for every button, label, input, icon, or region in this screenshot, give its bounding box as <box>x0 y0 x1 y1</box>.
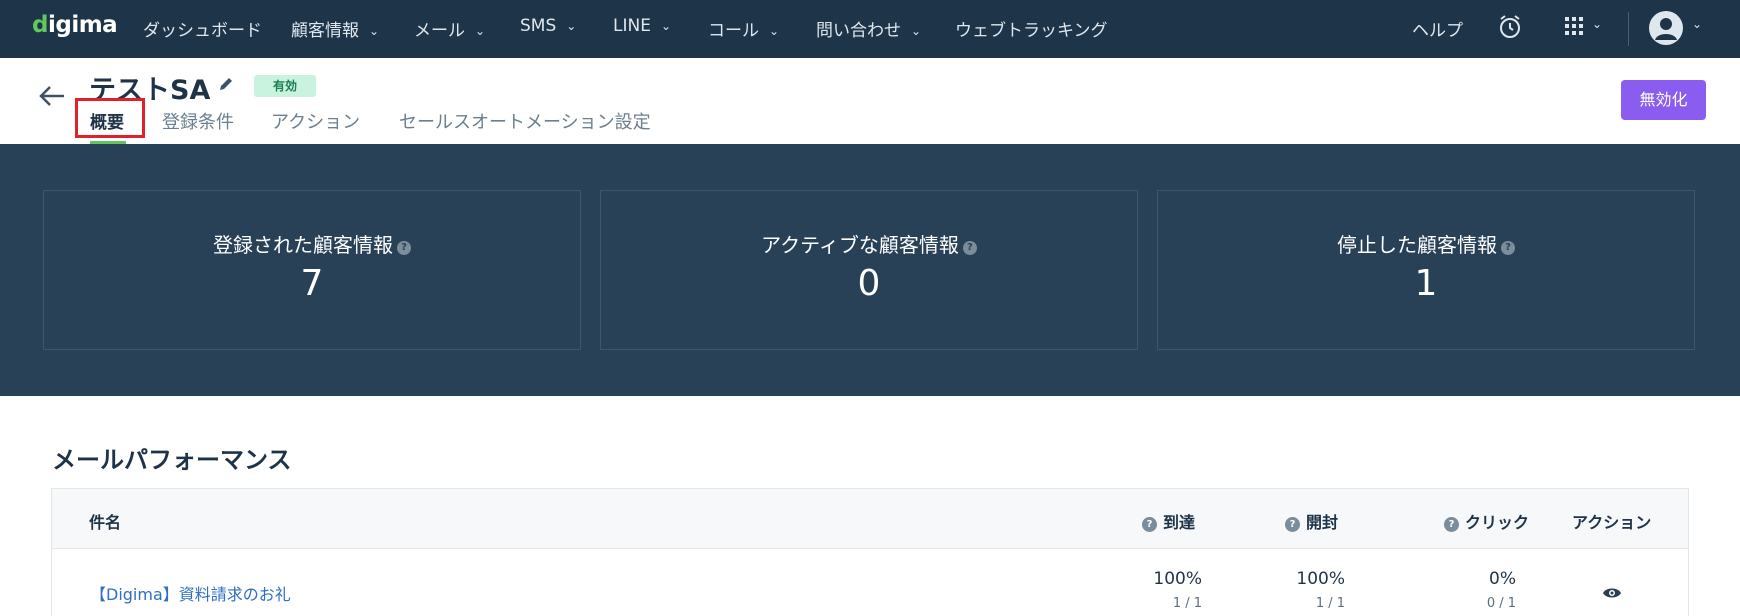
section-title-mail-performance: メールパフォーマンス <box>52 446 292 474</box>
clicked-ratio: 0 / 1 <box>1486 596 1516 611</box>
column-header-subject: 件名 <box>89 513 122 532</box>
nav-item-label: 問い合わせ <box>816 21 901 41</box>
chevron-down-icon[interactable]: ⌄ <box>1592 14 1602 34</box>
stat-card-active: アクティブな顧客情報? 0 <box>600 190 1138 350</box>
column-header-label: 開封 <box>1306 513 1339 532</box>
back-arrow-icon[interactable] <box>38 84 66 112</box>
disable-button[interactable]: 無効化 <box>1621 80 1706 120</box>
column-header-opened: ? 開封 <box>1285 509 1338 533</box>
delivered-percent: 100% <box>1153 569 1202 589</box>
nav-item-label: LINE <box>613 16 651 36</box>
page-header: テストSA 有効 概要 登録条件 アクション セールスオートメーション設定 <box>0 58 1740 144</box>
digima-logo[interactable]: digima <box>32 12 118 38</box>
column-header-label: 到達 <box>1163 513 1196 532</box>
stat-label: 停止した顧客情報 <box>1337 233 1497 257</box>
nav-item-label: 顧客情報 <box>291 21 359 41</box>
stat-label: アクティブな顧客情報 <box>761 233 959 257</box>
help-icon[interactable]: ? <box>397 241 411 255</box>
mail-performance-table: 件名 ? 到達 ? 開封 ? クリック アクション 【Digima】資料請求のお礼 1… <box>51 488 1689 616</box>
chevron-down-icon: ⌄ <box>369 24 380 38</box>
nav-item-label: メール <box>414 21 465 41</box>
column-header-delivered: ? 到達 <box>1142 509 1195 533</box>
help-link[interactable]: ヘルプ <box>1412 16 1463 41</box>
help-icon[interactable]: ? <box>1142 517 1157 532</box>
nav-item-call[interactable]: コール ⌄ <box>708 16 779 41</box>
nav-item-mail[interactable]: メール ⌄ <box>414 16 485 41</box>
help-icon[interactable]: ? <box>1285 517 1300 532</box>
column-header-action: アクション <box>1572 513 1652 532</box>
opened-percent: 100% <box>1296 569 1345 589</box>
tab-sales-automation-settings[interactable]: セールスオートメーション設定 <box>399 108 651 134</box>
nav-item-label: ウェブトラッキング <box>955 21 1108 41</box>
alarm-clock-icon[interactable] <box>1498 14 1522 44</box>
delivered-ratio: 1 / 1 <box>1172 596 1202 611</box>
nav-item-label: コール <box>708 21 759 41</box>
nav-item-dashboard[interactable]: ダッシュボード <box>143 16 262 41</box>
tab-registration-conditions[interactable]: 登録条件 <box>162 108 234 134</box>
nav-item-web-tracking[interactable]: ウェブトラッキング <box>955 16 1108 41</box>
chevron-down-icon: ⌄ <box>566 19 577 33</box>
apps-grid-icon[interactable] <box>1564 16 1584 40</box>
stat-value: 0 <box>857 263 881 304</box>
chevron-down-icon[interactable]: ⌄ <box>1692 14 1702 34</box>
annotation-highlight-box <box>75 98 145 138</box>
nav-divider <box>1628 12 1629 46</box>
chevron-down-icon: ⌄ <box>911 24 922 38</box>
nav-item-line[interactable]: LINE ⌄ <box>613 16 671 36</box>
chevron-down-icon: ⌄ <box>769 24 780 38</box>
help-icon[interactable]: ? <box>962 241 977 255</box>
tab-actions[interactable]: アクション <box>271 108 360 134</box>
help-icon[interactable]: ? <box>1501 241 1515 255</box>
nav-item-sms[interactable]: SMS ⌄ <box>520 16 576 36</box>
nav-item-customer-info[interactable]: 顧客情報 ⌄ <box>291 16 379 41</box>
edit-pencil-icon[interactable] <box>218 76 234 96</box>
stat-card-registered: 登録された顧客情報? 7 <box>43 190 581 350</box>
column-header-clicked: ? クリック <box>1444 509 1529 533</box>
stat-value: 7 <box>300 263 324 304</box>
top-navigation-bar: digima ダッシュボード 顧客情報 ⌄ メール ⌄ SMS ⌄ LINE ⌄ コール… <box>0 0 1740 58</box>
opened-ratio: 1 / 1 <box>1315 596 1345 611</box>
nav-item-label: SMS <box>520 16 557 36</box>
column-header-label: クリック <box>1465 513 1530 532</box>
help-icon[interactable]: ? <box>1444 517 1459 532</box>
status-badge: 有効 <box>254 75 316 97</box>
clicked-percent: 0% <box>1489 569 1516 589</box>
user-avatar-icon[interactable] <box>1648 10 1684 50</box>
chevron-down-icon: ⌄ <box>475 24 486 38</box>
nav-item-inquiry[interactable]: 問い合わせ ⌄ <box>816 16 921 41</box>
chevron-down-icon: ⌄ <box>660 19 672 33</box>
nav-item-label: ダッシュボード <box>143 21 262 41</box>
table-header: 件名 ? 到達 ? 開封 ? クリック アクション <box>52 489 1688 549</box>
view-eye-icon[interactable] <box>1602 585 1622 604</box>
stat-card-stopped: 停止した顧客情報? 1 <box>1157 190 1695 350</box>
stat-label: 登録された顧客情報 <box>213 233 393 257</box>
stat-value: 1 <box>1414 263 1438 304</box>
mail-subject-link[interactable]: 【Digima】資料請求のお礼 <box>90 581 291 605</box>
